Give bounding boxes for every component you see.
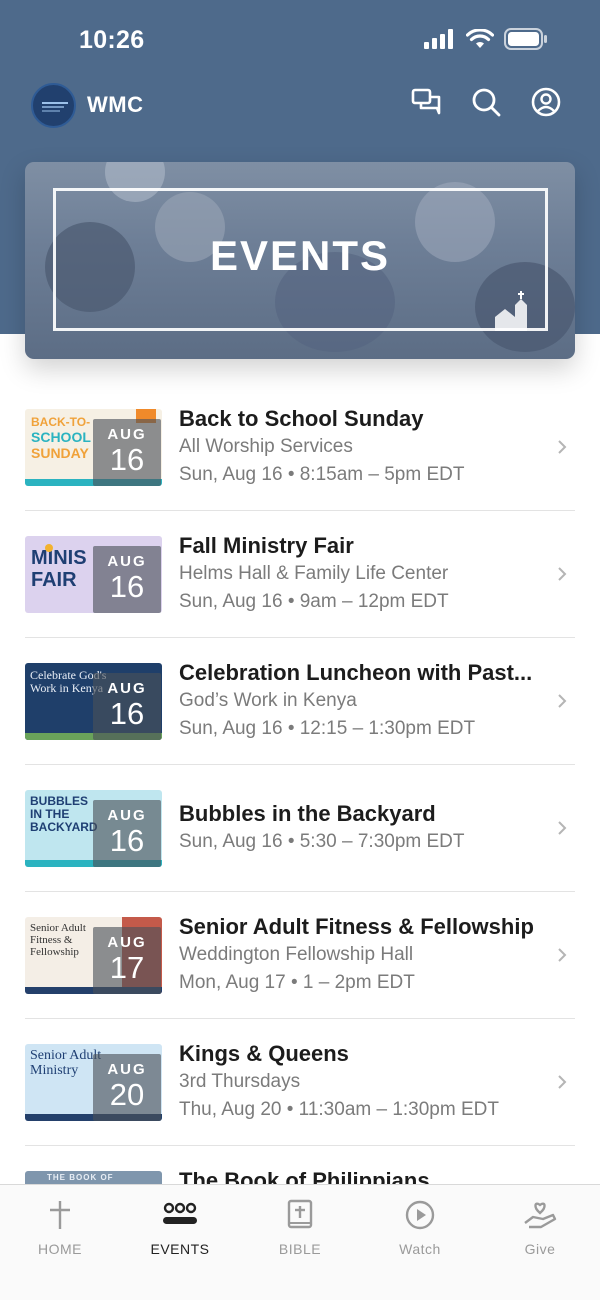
chevron-right-icon	[558, 948, 567, 962]
date-badge: AUG 16	[93, 419, 161, 486]
tab-give[interactable]: Give	[480, 1185, 600, 1300]
date-badge: AUG 16	[93, 800, 161, 867]
event-row[interactable]: Senior Adult Fitness & Fellowship AUG 17 …	[25, 892, 575, 1019]
event-title: The Book of Philippians	[179, 1168, 430, 1184]
event-row[interactable]: BACK-TO- SCHOOL SUNDAY AUG 16 Back to Sch…	[25, 384, 575, 511]
chevron-right-icon	[558, 440, 567, 454]
event-title: Celebration Luncheon with Past...	[179, 660, 533, 685]
church-watermark-icon	[495, 291, 527, 331]
chevron-right-icon	[558, 1075, 567, 1089]
event-time: Mon, Aug 17 • 1 – 2pm EDT	[179, 972, 415, 994]
event-thumbnail: BACK-TO- SCHOOL SUNDAY AUG 16	[25, 409, 162, 486]
header-actions	[410, 86, 562, 118]
cellular-signal-icon	[424, 29, 453, 49]
event-thumbnail: MINIS FAIR AUG 16	[25, 536, 162, 613]
bible-icon	[286, 1197, 314, 1233]
chevron-right-icon	[558, 567, 567, 581]
event-row[interactable]: MINIS FAIR AUG 16 Fall Ministry Fair Helm…	[25, 511, 575, 638]
status-bar: 10:26	[0, 0, 600, 80]
date-badge: AUG 16	[93, 673, 161, 740]
event-thumbnail: BUBBLES IN THE BACKYARD AUG 16	[25, 790, 162, 867]
event-location: God’s Work in Kenya	[179, 690, 357, 712]
battery-icon	[504, 28, 547, 50]
heart-hand-icon	[523, 1197, 557, 1233]
event-location: Helms Hall & Family Life Center	[179, 563, 449, 585]
event-location: 3rd Thursdays	[179, 1071, 301, 1093]
event-row[interactable]: Senior Adult Ministry AUG 20 Kings & Quee…	[25, 1019, 575, 1146]
tab-label: HOME	[38, 1241, 82, 1257]
event-title: Back to School Sunday	[179, 406, 424, 431]
event-time: Thu, Aug 20 • 11:30am – 1:30pm EDT	[179, 1099, 499, 1121]
event-time: Sun, Aug 16 • 8:15am – 5pm EDT	[179, 464, 465, 486]
status-time: 10:26	[79, 26, 145, 54]
event-thumbnail: Celebrate God's Work in Kenya AUG 16	[25, 663, 162, 740]
date-badge: AUG 17	[93, 927, 161, 994]
event-location: Weddington Fellowship Hall	[179, 944, 414, 966]
tab-bible[interactable]: BIBLE	[240, 1185, 360, 1300]
date-badge: AUG 20	[93, 1054, 161, 1121]
event-row[interactable]: BUBBLES IN THE BACKYARD AUG 16 Bubbles in…	[25, 765, 575, 892]
event-time: Sun, Aug 16 • 5:30 – 7:30pm EDT	[179, 831, 465, 853]
church-logo-icon[interactable]	[31, 83, 76, 128]
event-thumbnail: Senior Adult Fitness & Fellowship AUG 17	[25, 917, 162, 994]
tab-label: Give	[524, 1241, 556, 1257]
app-header: WMC	[0, 80, 600, 132]
event-thumbnail: THE BOOK OF	[25, 1171, 162, 1184]
hero-title: EVENTS	[209, 232, 391, 279]
wifi-icon	[466, 29, 494, 48]
chat-icon[interactable]	[410, 86, 442, 118]
event-title: Senior Adult Fitness & Fellowship	[179, 914, 534, 939]
events-list: BACK-TO- SCHOOL SUNDAY AUG 16 Back to Sch…	[25, 384, 575, 1184]
tab-label: EVENTS	[150, 1241, 210, 1257]
people-group-icon	[161, 1197, 199, 1233]
event-row[interactable]: Celebrate God's Work in Kenya AUG 16 Cele…	[25, 638, 575, 765]
event-time: Sun, Aug 16 • 12:15 – 1:30pm EDT	[179, 718, 476, 740]
bottom-tab-bar: HOME EVENTS BIBLE Watch Give	[0, 1184, 600, 1300]
tab-label: Watch	[399, 1241, 441, 1257]
brand-name: WMC	[87, 92, 144, 117]
date-badge: AUG 16	[93, 546, 161, 613]
tab-label: BIBLE	[278, 1241, 322, 1257]
search-icon[interactable]	[470, 86, 502, 118]
tab-watch[interactable]: Watch	[360, 1185, 480, 1300]
event-title: Kings & Queens	[179, 1041, 349, 1066]
event-title: Fall Ministry Fair	[179, 533, 354, 558]
chevron-right-icon	[558, 821, 567, 835]
event-location: All Worship Services	[179, 436, 353, 458]
profile-icon[interactable]	[530, 86, 562, 118]
tab-events[interactable]: EVENTS	[120, 1185, 240, 1300]
event-time: Sun, Aug 16 • 9am – 12pm EDT	[179, 591, 449, 613]
cross-icon	[47, 1197, 73, 1233]
play-circle-icon	[404, 1197, 436, 1233]
event-thumbnail: Senior Adult Ministry AUG 20	[25, 1044, 162, 1121]
events-hero-banner: EVENTS	[25, 162, 575, 359]
chevron-right-icon	[558, 694, 567, 708]
tab-home[interactable]: HOME	[0, 1185, 120, 1300]
status-icons	[424, 28, 548, 50]
event-title: Bubbles in the Backyard	[179, 801, 436, 826]
event-row[interactable]: THE BOOK OF The Book of Philippians	[25, 1146, 575, 1184]
